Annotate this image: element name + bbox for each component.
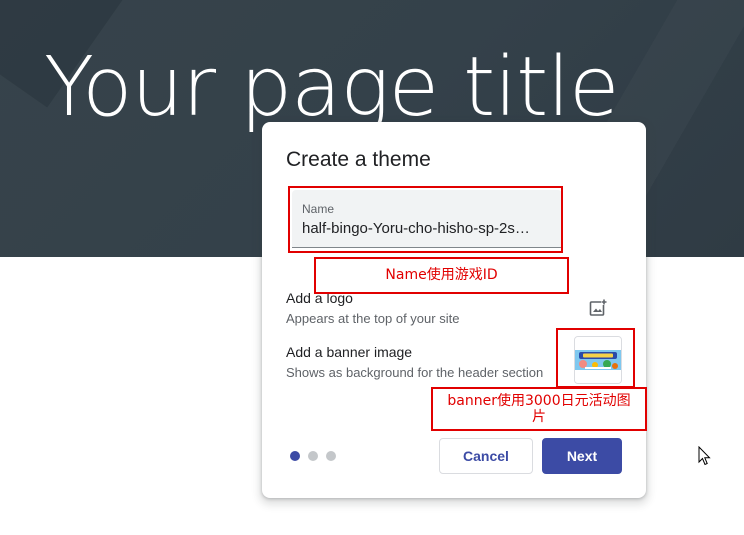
name-note-box: Name使用游戏ID bbox=[314, 257, 569, 294]
add-photo-icon[interactable] bbox=[589, 299, 607, 317]
dialog-title: Create a theme bbox=[286, 148, 431, 171]
add-banner-subtitle: Shows as background for the header secti… bbox=[286, 365, 544, 380]
banner-note-line2: 片 bbox=[433, 409, 645, 425]
add-logo-subtitle: Appears at the top of your site bbox=[286, 311, 460, 326]
name-field-annotation-box bbox=[288, 186, 563, 253]
banner-note-line1: banner使用3000日元活动图 bbox=[433, 393, 645, 409]
name-note-text: Name使用游戏ID bbox=[316, 267, 567, 283]
next-button[interactable]: Next bbox=[542, 438, 622, 474]
cancel-button[interactable]: Cancel bbox=[439, 438, 533, 474]
banner-note-box: banner使用3000日元活动图 片 bbox=[431, 387, 647, 431]
step-dot-3 bbox=[326, 451, 336, 461]
step-dot-2 bbox=[308, 451, 318, 461]
create-theme-dialog: Create a theme Name half-bingo-Yoru-cho-… bbox=[262, 122, 646, 498]
step-dot-1 bbox=[290, 451, 300, 461]
banner-thumb-annotation-box bbox=[556, 328, 635, 388]
add-banner-title: Add a banner image bbox=[286, 344, 413, 360]
mouse-cursor-icon bbox=[698, 445, 712, 466]
